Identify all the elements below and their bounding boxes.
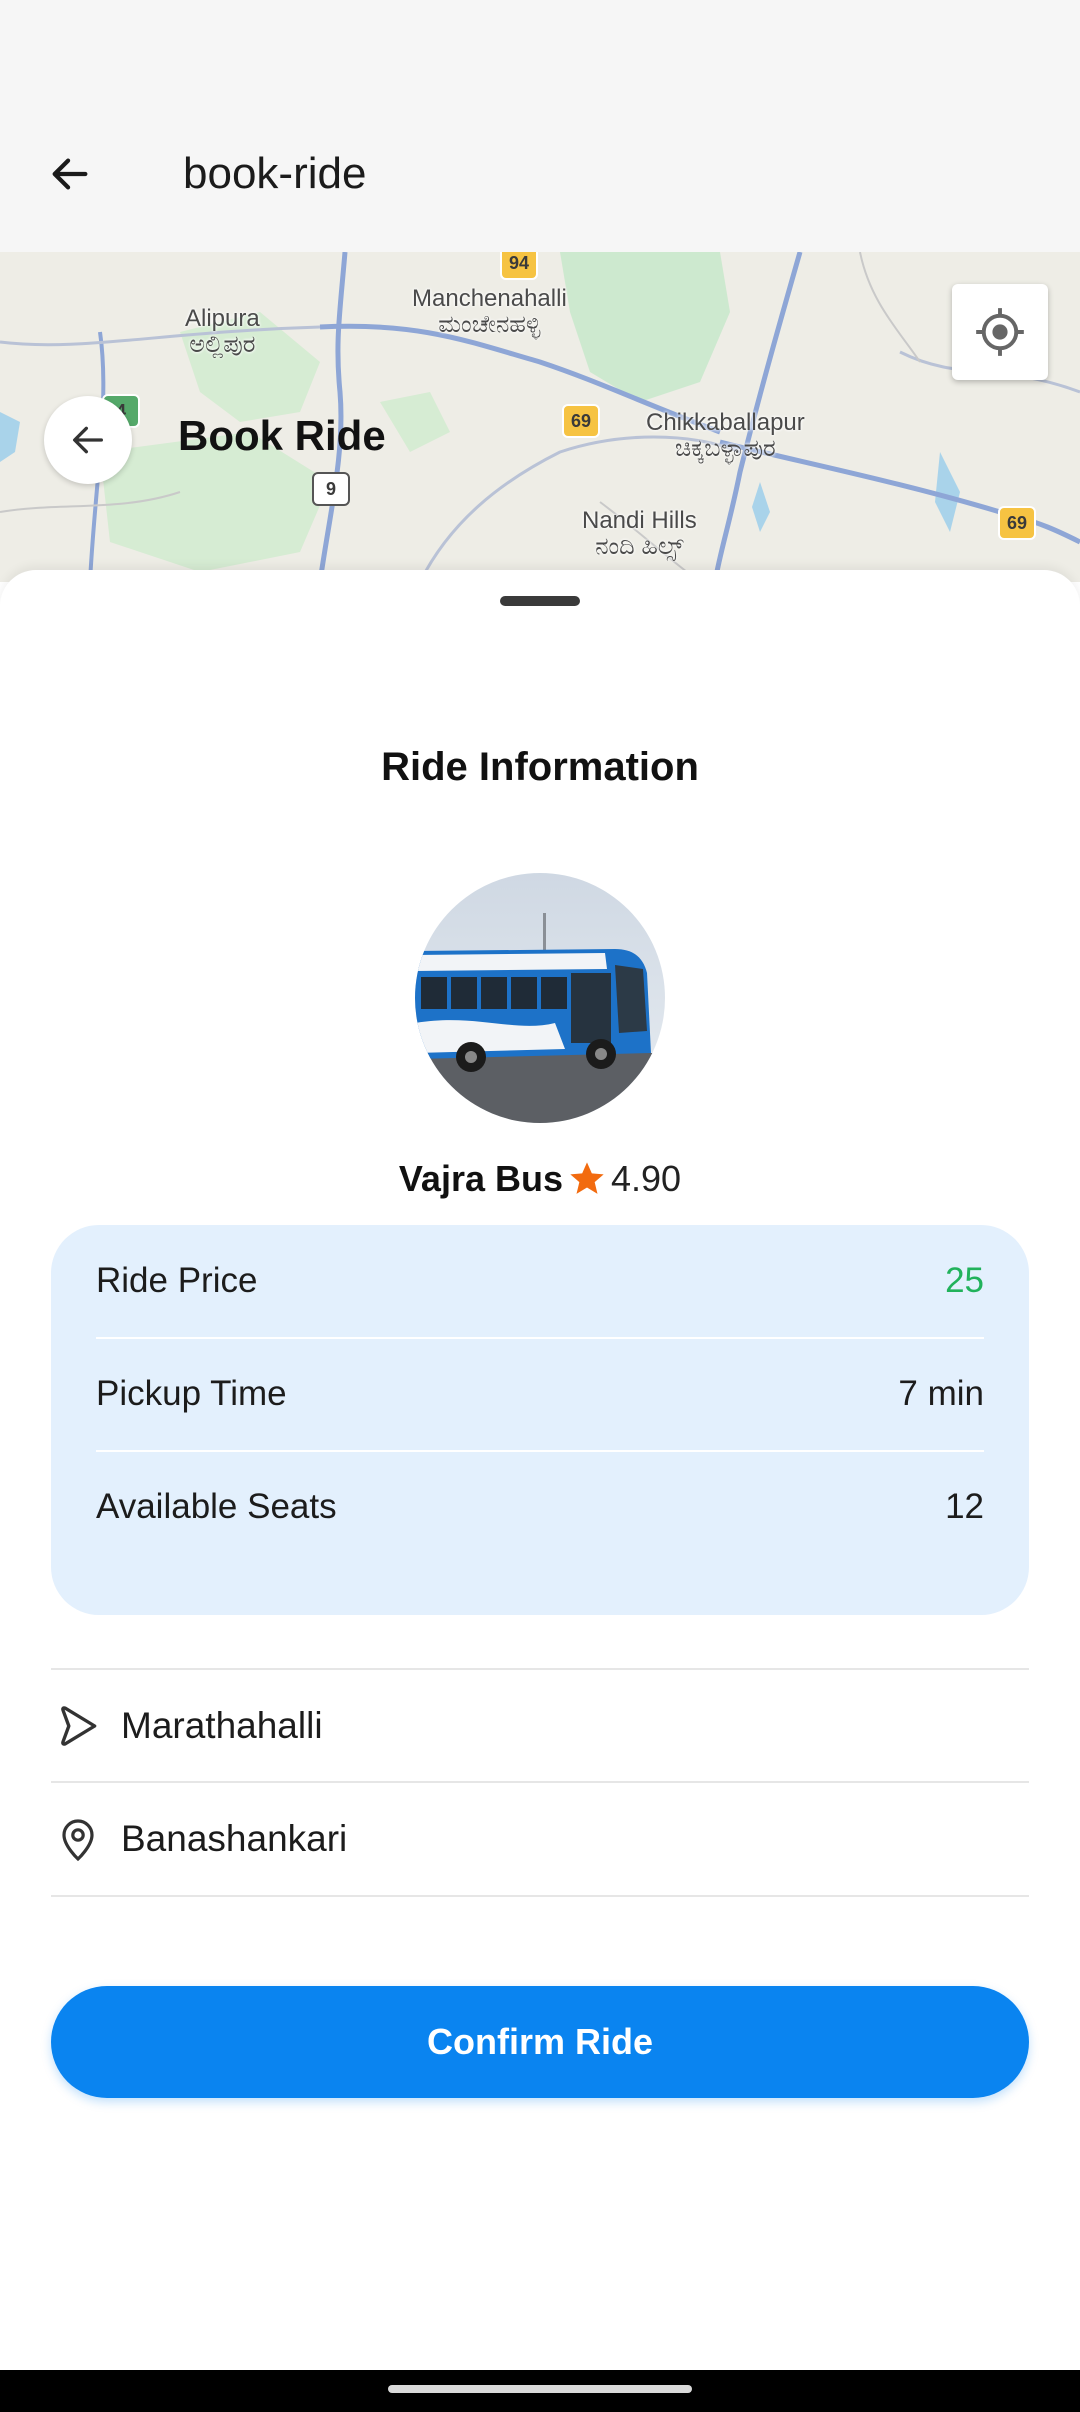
map-title: Book Ride	[178, 412, 386, 459]
app-bar: book-ride	[0, 96, 1080, 252]
play-outline-icon	[51, 1699, 105, 1753]
highway-shield: 9	[312, 472, 350, 506]
back-button[interactable]	[10, 96, 130, 252]
highway-shield: 94	[500, 252, 538, 280]
home-gesture-pill[interactable]	[388, 2385, 692, 2393]
pickup-time-label: Pickup Time	[96, 1374, 287, 1413]
vehicle-image	[415, 873, 665, 1123]
map-back-button[interactable]	[44, 396, 132, 484]
map-view[interactable]: Alipura ಅಲ್ಲಿಪುರ Manchenahalli ಮಂಚೇನಹಳ್ಳ…	[0, 252, 1080, 582]
crosshair-icon	[976, 308, 1024, 356]
map-label-nandi-hills: Nandi Hills	[582, 507, 697, 534]
pickup-location-row[interactable]: Marathahalli	[51, 1668, 1029, 1782]
arrow-left-icon	[73, 426, 104, 454]
pickup-time-value: 7 min	[898, 1374, 984, 1413]
sheet-drag-handle[interactable]	[500, 596, 580, 606]
rating-value: 4.90	[611, 1158, 682, 1199]
ride-price-label: Ride Price	[96, 1261, 258, 1300]
arrow-left-icon	[52, 158, 88, 190]
pickup-location-text: Marathahalli	[121, 1705, 323, 1746]
map-label-manchenahalli: Manchenahalli	[412, 285, 567, 312]
available-seats-label: Available Seats	[96, 1487, 337, 1526]
my-location-button[interactable]	[952, 284, 1048, 380]
vehicle-name: Vajra Bus	[398, 1158, 563, 1199]
status-bar	[0, 0, 1080, 96]
vehicle-header: Vajra Bus 4.90	[0, 1158, 1080, 1200]
ride-info-card: Ride Price 25 Pickup Time 7 min Availabl…	[51, 1225, 1029, 1615]
map-label-alipura: Alipura	[185, 305, 260, 332]
app-bar-title: book-ride	[183, 149, 367, 198]
dropoff-location-text: Banashankari	[121, 1818, 348, 1859]
dropoff-location-row[interactable]: Banashankari	[51, 1781, 1029, 1897]
highway-shield: 69	[562, 404, 600, 438]
map-label-chikkaballapur: Chikkaballapur	[646, 409, 805, 436]
map-label-manchenahalli-kn: ಮಂಚೇನಹಳ್ಳಿ	[438, 311, 541, 339]
confirm-ride-button[interactable]: Confirm Ride	[51, 1986, 1029, 2098]
highway-shield: 69	[998, 506, 1036, 540]
ride-price-row: Ride Price 25	[96, 1225, 984, 1339]
ride-information-title: Ride Information	[381, 745, 699, 789]
ride-price-value: 25	[945, 1261, 984, 1300]
star-icon	[570, 1162, 604, 1194]
pickup-time-row: Pickup Time 7 min	[96, 1338, 984, 1452]
available-seats-row: Available Seats 12	[96, 1451, 984, 1563]
map-pin-icon	[51, 1812, 105, 1866]
available-seats-value: 12	[945, 1487, 984, 1526]
map-label-alipura-kn: ಅಲ್ಲಿಪುರ	[189, 331, 256, 359]
map-label-nandi-hills-kn: ನಂದಿ ಹಿಲ್ಸ್	[595, 533, 684, 561]
bus-photo	[415, 873, 665, 1123]
map-label-chikkaballapur-kn: ಚಿಕ್ಕಬಳ್ಳಾಪುರ	[675, 435, 776, 463]
